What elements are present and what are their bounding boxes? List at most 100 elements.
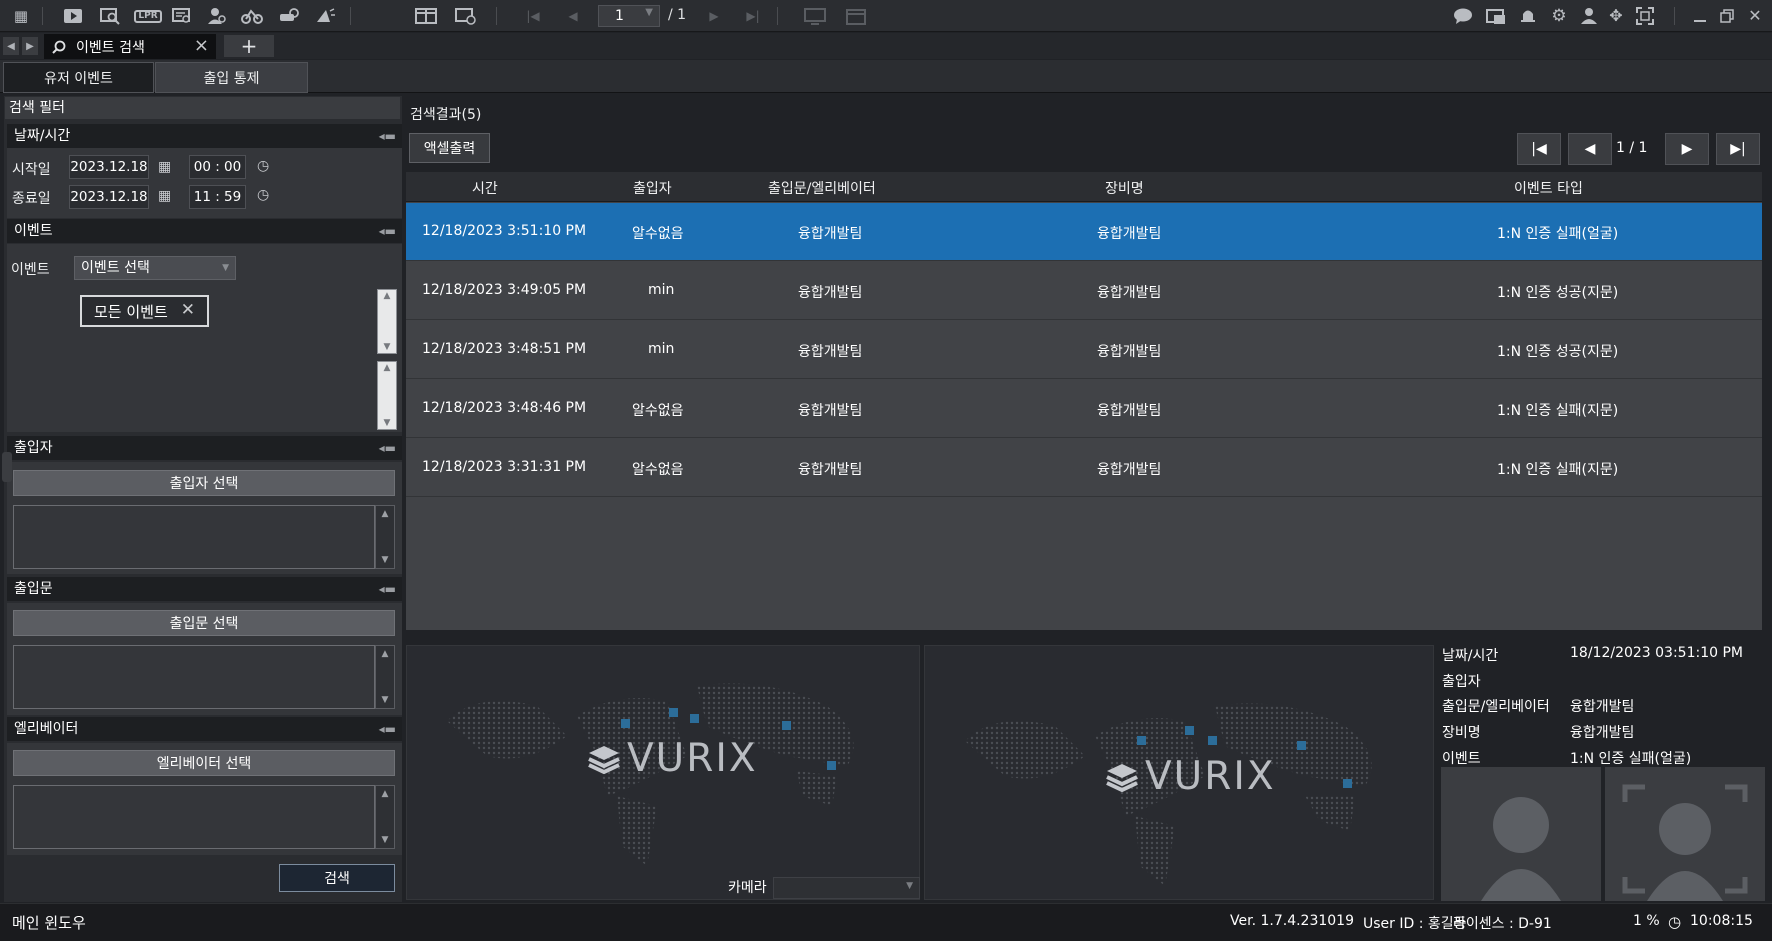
person-list[interactable] (13, 505, 375, 569)
vehicle-icon[interactable] (278, 5, 300, 27)
add-tab-button[interactable]: + (224, 35, 274, 57)
page-number-input[interactable]: 1 ▼ (598, 5, 660, 27)
add-view-icon[interactable] (455, 5, 477, 27)
excel-export-button[interactable]: 액셀출력 (409, 133, 490, 163)
person-list-scrollbar[interactable]: ▲ ▼ (375, 505, 395, 569)
scroll-down-icon[interactable]: ▼ (376, 695, 394, 705)
bell-icon[interactable] (1517, 5, 1539, 27)
scroll-up-icon[interactable]: ▲ (376, 649, 394, 659)
calendar-icon[interactable]: ▦ (158, 188, 171, 204)
column-header-device[interactable]: 장비명 (1105, 178, 1144, 198)
column-header-time[interactable]: 시간 (472, 178, 498, 198)
datetime-section-header[interactable]: 날짜/시간 ◂▬ (7, 124, 402, 148)
scroll-up-icon[interactable]: ▲ (378, 363, 396, 373)
column-header-event-type[interactable]: 이벤트 타입 (1514, 178, 1583, 198)
scroll-up-icon[interactable]: ▲ (378, 291, 396, 301)
door-list[interactable] (13, 645, 375, 709)
tab-event-search[interactable]: 이벤트 검색 × (44, 34, 216, 59)
toolbar-separator (1674, 7, 1675, 25)
event-select[interactable]: 이벤트 선택 ▼ (74, 256, 236, 280)
calendar-icon[interactable]: ▦ (158, 159, 171, 175)
lpr-icon[interactable]: LPR (134, 5, 162, 27)
tab-access-control[interactable]: 출입 통제 (155, 62, 308, 93)
tab-scroll-left-icon[interactable]: ◀ (3, 37, 19, 55)
select-elevator-button[interactable]: 엘리베이터 선택 (13, 750, 395, 776)
scroll-down-icon[interactable]: ▼ (376, 835, 394, 845)
move-icon[interactable]: ✥ (1605, 5, 1627, 27)
elevator-list[interactable] (13, 785, 375, 849)
camera-preview-left[interactable]: VURIX (406, 645, 920, 900)
minimize-icon[interactable] (1689, 5, 1711, 27)
table-row[interactable]: 12/18/2023 3:31:31 PM 알수없음 융합개발팀 융합개발팀 1… (406, 439, 1762, 497)
search-video-icon[interactable] (99, 5, 121, 27)
column-header-person[interactable]: 출입자 (633, 178, 672, 198)
first-page-button[interactable]: |◀ (1517, 133, 1561, 165)
last-page-icon[interactable]: ▶| (742, 5, 764, 27)
user-icon[interactable] (1578, 5, 1600, 27)
bike-icon[interactable] (241, 5, 263, 27)
brand-name: VURIX (1145, 754, 1276, 799)
close-icon[interactable]: ✕ (1744, 5, 1766, 27)
calendar-icon[interactable] (845, 5, 867, 27)
scroll-up-icon[interactable]: ▲ (376, 509, 394, 519)
scroll-up-icon[interactable]: ▲ (376, 789, 394, 799)
chat-icon[interactable] (1452, 5, 1474, 27)
collapse-icon[interactable]: ◂▬ (379, 577, 396, 601)
monitor-icon[interactable] (804, 5, 826, 27)
remove-chip-icon[interactable]: ✕ (181, 300, 195, 320)
tab-user-event[interactable]: 유저 이벤트 (3, 62, 154, 93)
camera-list-icon[interactable] (1485, 5, 1507, 27)
event-list-scrollbar[interactable]: ▲ ▼ (377, 361, 397, 430)
event-section-header[interactable]: 이벤트 ◂▬ (7, 219, 402, 243)
clock-icon[interactable]: ◷ (257, 158, 269, 174)
elevator-section-header[interactable]: 엘리베이터 ◂▬ (7, 717, 402, 741)
end-time-input[interactable]: 11 : 59 (189, 185, 246, 209)
clock-icon[interactable]: ◷ (257, 187, 269, 203)
collapse-icon[interactable]: ◂▬ (379, 436, 396, 460)
fullscreen-icon[interactable] (1634, 5, 1656, 27)
table-row[interactable]: 12/18/2023 3:48:51 PM min 융합개발팀 융합개발팀 1:… (406, 321, 1762, 379)
tab-scroll-right-icon[interactable]: ▶ (22, 37, 38, 55)
prev-page-button[interactable]: ◀ (1568, 133, 1612, 165)
select-person-button[interactable]: 출입자 선택 (13, 470, 395, 496)
layout-icon[interactable] (415, 5, 437, 27)
scroll-down-icon[interactable]: ▼ (378, 342, 396, 352)
settings-icon[interactable]: ⚙ (1548, 5, 1570, 27)
grid-icon[interactable]: ▦ (10, 5, 32, 27)
first-page-icon[interactable]: |◀ (522, 5, 544, 27)
event-search-icon[interactable] (171, 5, 193, 27)
collapse-icon[interactable]: ◂▬ (379, 124, 396, 148)
cell-device: 융합개발팀 (1097, 226, 1162, 242)
person-section-header[interactable]: 출입자 ◂▬ (7, 436, 402, 460)
search-button[interactable]: 검색 (279, 864, 395, 892)
person-search-icon[interactable] (206, 5, 228, 27)
scroll-down-icon[interactable]: ▼ (378, 418, 396, 428)
camera-preview-right[interactable]: VURIX (924, 645, 1434, 900)
left-panel-toggle[interactable] (2, 452, 12, 482)
end-date-input[interactable]: 2023.12.18 (69, 185, 149, 209)
cell-time: 12/18/2023 3:48:46 PM (422, 400, 587, 416)
prev-page-icon[interactable]: ◀ (562, 5, 584, 27)
table-row[interactable]: 12/18/2023 3:48:46 PM 알수없음 융합개발팀 융합개발팀 1… (406, 380, 1762, 438)
next-page-button[interactable]: ▶ (1665, 133, 1709, 165)
column-header-door[interactable]: 출입문/엘리베이터 (768, 178, 876, 198)
last-page-button[interactable]: ▶| (1716, 133, 1760, 165)
door-section-header[interactable]: 출입문 ◂▬ (7, 577, 402, 601)
collapse-icon[interactable]: ◂▬ (379, 219, 396, 243)
restore-icon[interactable] (1716, 5, 1738, 27)
elevator-list-scrollbar[interactable]: ▲ ▼ (375, 785, 395, 849)
select-door-button[interactable]: 출입문 선택 (13, 610, 395, 636)
start-date-input[interactable]: 2023.12.18 (69, 155, 149, 179)
alarm-icon[interactable] (314, 5, 336, 27)
event-scrollbar[interactable]: ▲ ▼ (377, 289, 397, 354)
close-tab-icon[interactable]: × (194, 35, 209, 56)
start-time-input[interactable]: 00 : 00 (189, 155, 246, 179)
door-list-scrollbar[interactable]: ▲ ▼ (375, 645, 395, 709)
play-icon[interactable] (62, 5, 84, 27)
collapse-icon[interactable]: ◂▬ (379, 717, 396, 741)
table-row[interactable]: 12/18/2023 3:51:10 PM 알수없음 융합개발팀 융합개발팀 1… (406, 203, 1762, 261)
table-row[interactable]: 12/18/2023 3:49:05 PM min 융합개발팀 융합개발팀 1:… (406, 262, 1762, 320)
camera-select[interactable]: ▼ (773, 877, 920, 899)
scroll-down-icon[interactable]: ▼ (376, 555, 394, 565)
next-page-icon[interactable]: ▶ (703, 5, 725, 27)
